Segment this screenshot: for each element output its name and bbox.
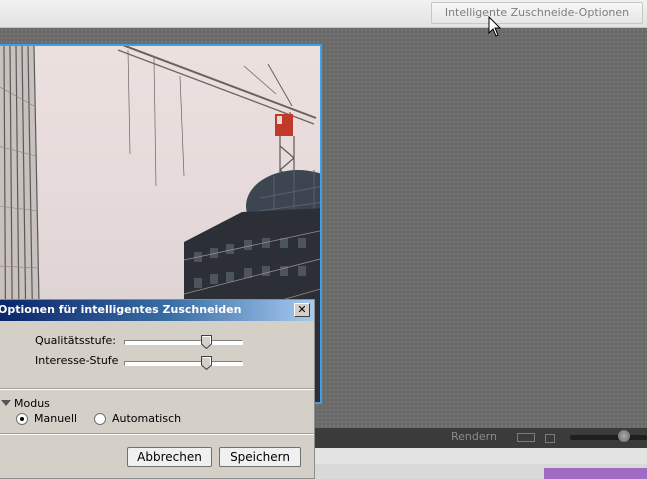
section-divider [0, 388, 314, 390]
interest-slider-thumb[interactable] [201, 356, 213, 370]
mode-automatic-label: Automatisch [112, 412, 182, 425]
interest-level-label: Interesse-Stufe [35, 354, 119, 367]
interest-level-slider[interactable] [124, 361, 243, 366]
collapse-triangle-icon [1, 400, 11, 406]
timeline-ruler [310, 448, 647, 464]
quality-level-label: Qualitätsstufe: [35, 334, 116, 347]
fullscreen-icon[interactable] [517, 433, 535, 442]
zoom-slider[interactable] [570, 435, 647, 440]
zoom-slider-thumb[interactable] [618, 430, 630, 442]
quality-level-slider[interactable] [124, 340, 243, 345]
quality-slider-thumb[interactable] [201, 335, 213, 349]
mode-automatic-radio[interactable] [94, 413, 106, 425]
cancel-button[interactable]: Abbrechen [127, 447, 212, 467]
render-button[interactable]: Rendern [451, 430, 497, 443]
save-button[interactable]: Speichern [219, 447, 301, 467]
button-divider [0, 433, 314, 435]
smart-crop-options-dialog: Optionen für intelligentes Zuschneiden ✕… [0, 299, 315, 479]
mouse-pointer-icon [488, 16, 502, 37]
smart-crop-options-button[interactable]: Intelligente Zuschneide-Optionen [431, 2, 643, 24]
square-icon[interactable] [545, 434, 555, 443]
dialog-titlebar[interactable]: Optionen für intelligentes Zuschneiden ✕ [0, 300, 314, 321]
mode-section-header[interactable]: Modus [1, 397, 50, 410]
mode-manual-label: Manuell [34, 412, 78, 425]
mode-manual-radio[interactable] [16, 413, 28, 425]
top-toolbar: Intelligente Zuschneide-Optionen [0, 0, 647, 28]
timeline-clip[interactable] [544, 468, 647, 479]
mode-section-label: Modus [14, 397, 50, 410]
close-icon[interactable]: ✕ [294, 303, 310, 317]
radio-selected-dot [20, 417, 24, 421]
dialog-title: Optionen für intelligentes Zuschneiden [0, 303, 242, 316]
